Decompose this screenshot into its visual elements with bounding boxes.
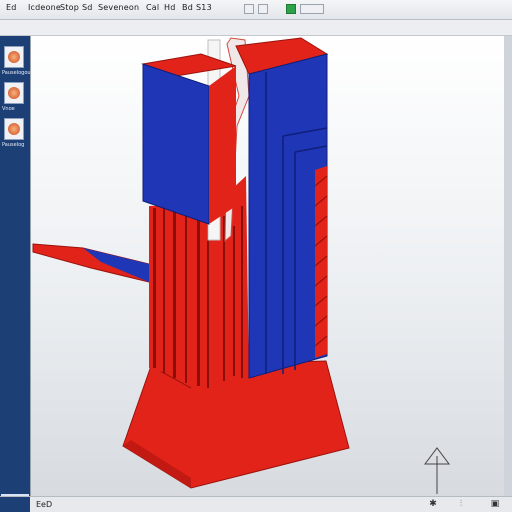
- axis-triad-icon: [424, 447, 450, 494]
- status-left-block: [0, 497, 30, 512]
- menu-item-9[interactable]: S13: [196, 3, 212, 12]
- menu-item-3[interactable]: Stop: [60, 3, 79, 12]
- tool-label-3: Pauselog: [2, 142, 25, 148]
- toolbar-button-a[interactable]: [244, 4, 254, 14]
- tool-icon-3-glyph: [8, 123, 20, 135]
- lock-icon[interactable]: ▣: [490, 499, 500, 509]
- menu-item-7[interactable]: Hd: [164, 3, 176, 12]
- menu-item-2[interactable]: Icdeone: [28, 3, 61, 12]
- model-tower-side-stripe: [315, 166, 327, 358]
- split-icon[interactable]: ⫶: [456, 499, 466, 509]
- model-viewport[interactable]: [30, 36, 504, 496]
- tool-icon-2[interactable]: [4, 82, 24, 104]
- settings-icon[interactable]: ✱: [428, 499, 438, 509]
- title-menu-bar: Ed Icdeone Stop Sd Seveneon Cal Hd Bd S1…: [0, 0, 512, 20]
- menu-item-1[interactable]: Ed: [6, 3, 17, 12]
- toolbar-field[interactable]: [300, 4, 324, 14]
- tool-icon-1[interactable]: [4, 46, 24, 68]
- status-bar: EeD ✱ ⫶ ▣: [0, 496, 512, 512]
- tool-label-2: Vnoe: [2, 106, 15, 112]
- tool-icon-3[interactable]: [4, 118, 24, 140]
- tool-label-1: Pauselogoun: [2, 70, 34, 76]
- run-icon[interactable]: [286, 4, 296, 14]
- menu-item-5[interactable]: Seveneon: [98, 3, 139, 12]
- menu-item-4[interactable]: Sd: [82, 3, 93, 12]
- model-upper-block-front: [142, 63, 210, 225]
- secondary-toolbar: [0, 20, 512, 36]
- toolbar-button-b[interactable]: [258, 4, 268, 14]
- model-column-left-face: [149, 204, 216, 388]
- model-canvas: [32, 37, 450, 494]
- status-text: EeD: [36, 500, 53, 509]
- viewport-right-frame: [504, 36, 512, 496]
- tool-icon-1-glyph: [8, 51, 20, 63]
- model-upper-block-side: [209, 66, 236, 224]
- left-tool-panel: Pauselogoun Vnoe Pauselog GS: [0, 36, 34, 504]
- menu-item-6[interactable]: Cal: [146, 3, 159, 12]
- tool-icon-2-glyph: [8, 87, 20, 99]
- menu-item-8[interactable]: Bd: [182, 3, 193, 12]
